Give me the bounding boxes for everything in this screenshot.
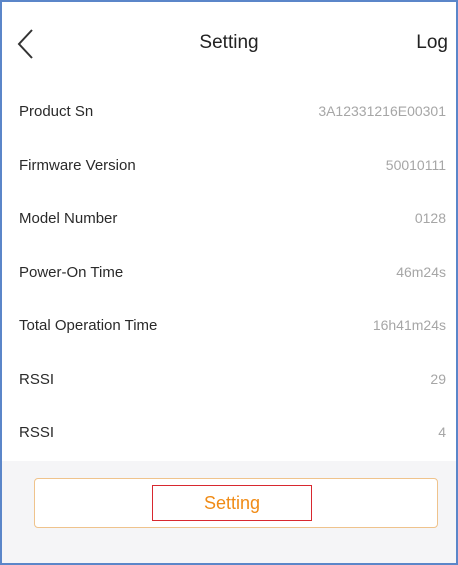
info-row-rssi: RSSI 29	[2, 353, 456, 407]
info-row-total-operation-time: Total Operation Time 16h41m24s	[2, 300, 456, 354]
setting-button-label: Setting	[203, 492, 261, 513]
info-row-power-on-time: Power-On Time 46m24s	[2, 246, 456, 300]
info-row-model-number: Model Number 0128	[2, 193, 456, 247]
row-value: 50010111	[385, 156, 446, 173]
row-label: Model Number	[19, 210, 118, 227]
row-label: Product Sn	[19, 103, 94, 120]
settings-screen: Setting Log Product Sn 3A12331216E00301 …	[0, 0, 458, 565]
row-value: 4	[438, 424, 446, 440]
row-label: RSSI	[19, 424, 55, 441]
info-row-rssi-2: RSSI 4	[2, 407, 456, 461]
row-value: 46m24s	[396, 263, 446, 280]
device-info-list: Product Sn 3A12331216E00301 Firmware Ver…	[2, 86, 456, 461]
info-row-product-sn: Product Sn 3A12331216E00301	[2, 86, 456, 140]
row-label: Firmware Version	[19, 156, 136, 174]
row-value: 16h41m24s	[372, 317, 446, 333]
info-row-firmware-version: Firmware Version 50010111	[2, 139, 456, 193]
row-label: RSSI	[19, 370, 55, 388]
setting-button[interactable]: Setting	[34, 478, 438, 528]
row-value: 3A12331216E00301	[318, 103, 446, 119]
top-bar: Setting Log	[2, 2, 456, 86]
log-link[interactable]: Log	[416, 32, 448, 54]
row-label: Total Operation Time	[19, 317, 158, 334]
row-value: 0128	[414, 210, 446, 226]
page-title: Setting	[199, 32, 259, 53]
row-value: 29	[430, 370, 446, 387]
row-label: Power-On Time	[19, 263, 124, 281]
setting-button-highlight: Setting	[152, 485, 312, 521]
